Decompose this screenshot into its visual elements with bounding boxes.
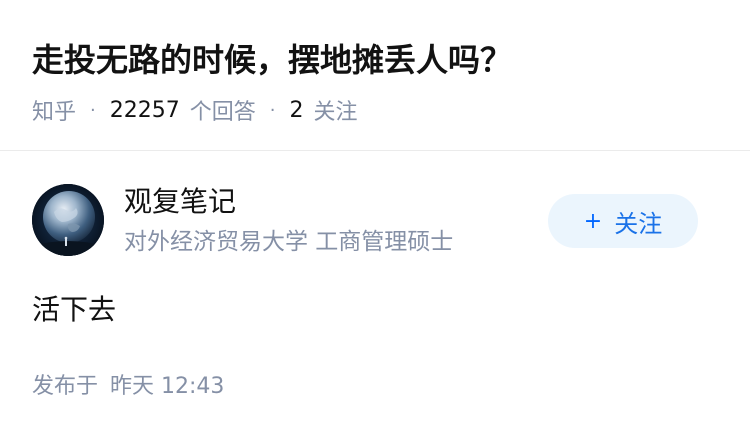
published-time: 昨天 12:43 <box>110 374 225 399</box>
separator-dot: · <box>269 99 276 121</box>
follow-count-label: 关注 <box>313 100 358 125</box>
author-name[interactable]: 观复笔记 <box>124 184 236 220</box>
answer-publish-time: 发布于 昨天 12:43 <box>32 370 224 404</box>
question-header: 走投无路的时候，摆地摊丢人吗？ 知乎 · 22257 个回答 · 2 关注 <box>0 0 750 151</box>
author-bio: 对外经济贸易大学 工商管理硕士 <box>124 229 454 255</box>
avatar[interactable] <box>32 184 104 256</box>
source-label[interactable]: 知乎 <box>32 94 76 126</box>
follow-count: 2 <box>289 97 304 123</box>
answer-content[interactable]: 活下去 <box>32 290 116 330</box>
earth-avatar-icon <box>32 184 104 256</box>
answer-author-row: 观复笔记 对外经济贸易大学 工商管理硕士 + 关注 <box>32 184 718 260</box>
separator-dot: · <box>90 99 96 121</box>
plus-icon: + <box>583 208 603 234</box>
published-label: 发布于 <box>32 374 99 399</box>
follow-button[interactable]: + 关注 <box>548 194 698 248</box>
question-title[interactable]: 走投无路的时候，摆地摊丢人吗？ <box>32 38 512 82</box>
follow-button-label: 关注 <box>614 209 663 238</box>
question-meta: 知乎 · 22257 个回答 · 2 关注 <box>32 92 358 128</box>
answer-count-label: 个回答 <box>189 100 256 125</box>
answer-count: 22257 <box>109 97 180 123</box>
